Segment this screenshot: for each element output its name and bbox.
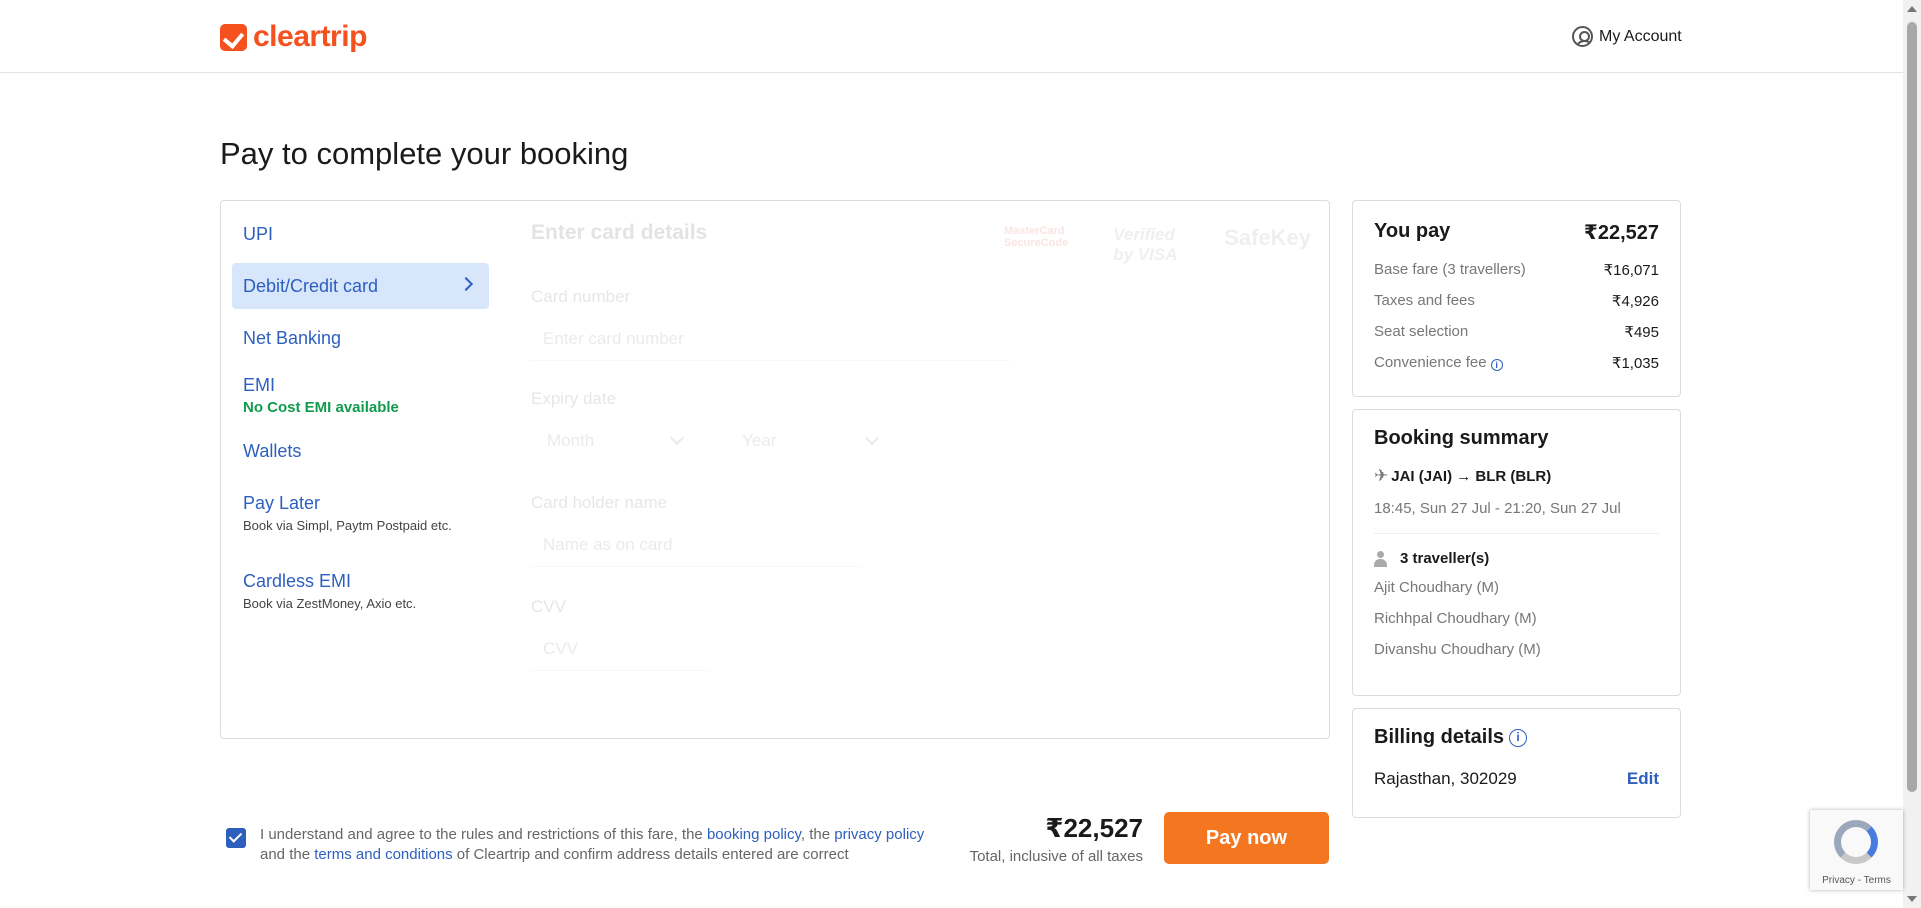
payment-methods-list: UPI Debit/Credit card Net Banking EMI No… <box>232 211 489 625</box>
billing-title-row: Billing details i <box>1374 726 1659 749</box>
agreement-text-part: I understand and agree to the rules and … <box>260 826 707 843</box>
method-label: UPI <box>243 223 274 244</box>
fare-row: Seat selection ₹495 <box>1374 323 1659 341</box>
method-wallets[interactable]: Wallets <box>232 441 489 469</box>
airplane-icon: ✈ <box>1374 466 1389 485</box>
traveller-name: Divanshu Choudhary (M) <box>1374 641 1541 658</box>
fare-amount: ₹4,926 <box>1611 293 1659 310</box>
user-icon <box>1572 26 1593 47</box>
scroll-up-arrow-icon[interactable] <box>1907 6 1917 12</box>
traveller-name: Ajit Choudhary (M) <box>1374 579 1500 596</box>
agreement-text: I understand and agree to the rules and … <box>260 825 926 865</box>
chevron-right-icon <box>458 276 474 292</box>
fare-label: Convenience fee <box>1374 354 1487 371</box>
traveller-name: Richhpal Choudhary (M) <box>1374 610 1537 627</box>
my-account-button[interactable]: My Account <box>1572 26 1682 47</box>
method-label: Debit/Credit card <box>243 275 379 296</box>
total-note: Total, inclusive of all taxes <box>969 848 1143 865</box>
method-label: Pay Later <box>243 493 321 513</box>
booking-policy-link[interactable]: booking policy <box>707 826 801 843</box>
method-cardless-emi[interactable]: Cardless EMI Book via ZestMoney, Axio et… <box>232 571 489 625</box>
fare-amount: ₹495 <box>1624 324 1659 341</box>
agree-checkbox[interactable] <box>226 828 246 848</box>
billing-title: Billing details <box>1374 726 1505 748</box>
fare-row: Taxes and fees ₹4,926 <box>1374 292 1659 310</box>
card-holder-input[interactable]: Name as on card <box>531 523 861 567</box>
pay-later-note: Book via Simpl, Paytm Postpaid etc. <box>243 518 452 533</box>
page-title: Pay to complete your booking <box>220 136 629 171</box>
top-header: cleartrip My Account <box>0 0 1903 73</box>
fare-amount: ₹1,035 <box>1611 355 1659 372</box>
method-label: EMI <box>243 375 276 395</box>
fare-label: Base fare (3 travellers) <box>1374 261 1526 278</box>
method-emi[interactable]: EMI No Cost EMI available <box>232 375 489 423</box>
recaptcha-icon <box>1834 820 1878 864</box>
mastercard-securecode-logo: MasterCard SecureCode <box>1004 225 1069 249</box>
verified-by-visa-logo: Verified by VISA <box>1113 225 1178 264</box>
travellers-header: 3 traveller(s) <box>1374 550 1659 567</box>
flight-timing: 18:45, Sun 27 Jul - 21:20, Sun 27 Jul <box>1374 500 1659 534</box>
booking-summary-card: Booking summary ✈ JAI (JAI) → BLR (BLR) … <box>1352 409 1681 696</box>
you-pay-card: You pay ₹22,527 Base fare (3 travellers)… <box>1352 200 1681 397</box>
card-details-form: Enter card details MasterCard SecureCode… <box>531 221 1311 671</box>
terms-and-conditions-link[interactable]: terms and conditions <box>314 846 452 863</box>
check-logo-icon <box>220 23 247 51</box>
method-debit-credit-card[interactable]: Debit/Credit card <box>232 263 489 309</box>
expiry-month-select[interactable]: Month <box>531 419 696 463</box>
logo-text: cleartrip <box>253 20 367 53</box>
method-upi[interactable]: UPI <box>232 211 489 257</box>
you-pay-title: You pay <box>1374 220 1451 242</box>
cvv-input[interactable]: CVV <box>531 627 711 671</box>
recaptcha-badge[interactable]: Privacy - Terms <box>1810 810 1903 890</box>
flight-route: ✈ JAI (JAI) → BLR (BLR) <box>1374 466 1659 486</box>
expiry-date-label: Expiry date <box>531 389 617 408</box>
agreement-text-part: of Cleartrip and confirm address details… <box>452 846 849 863</box>
you-pay-amount: ₹22,527 <box>1583 222 1659 244</box>
travellers-icon <box>1374 550 1392 567</box>
fare-amount: ₹16,071 <box>1603 262 1659 279</box>
method-label: Wallets <box>243 441 302 461</box>
terms-agreement: I understand and agree to the rules and … <box>226 825 926 865</box>
edit-billing-link[interactable]: Edit <box>1627 769 1659 789</box>
method-label: Cardless EMI <box>243 571 352 591</box>
scroll-thumb[interactable] <box>1907 22 1917 792</box>
expiry-year-select[interactable]: Year <box>726 419 891 463</box>
page-scrollbar[interactable] <box>1903 0 1921 908</box>
payment-panel: UPI Debit/Credit card Net Banking EMI No… <box>220 200 1330 739</box>
route-text: JAI (JAI) → BLR (BLR) <box>1391 467 1552 485</box>
travellers-count: 3 traveller(s) <box>1400 550 1490 567</box>
method-pay-later[interactable]: Pay Later Book via Simpl, Paytm Postpaid… <box>232 493 489 547</box>
card-holder-label: Card holder name <box>531 493 668 512</box>
card-number-label: Card number <box>531 287 631 306</box>
fare-label: Taxes and fees <box>1374 292 1475 309</box>
scroll-down-arrow-icon[interactable] <box>1907 896 1917 902</box>
my-account-label: My Account <box>1599 27 1682 45</box>
agreement-text-part: and the <box>260 846 315 863</box>
recaptcha-links[interactable]: Privacy - Terms <box>1810 875 1903 886</box>
fare-label-with-info: Convenience fee i <box>1374 354 1503 372</box>
no-cost-emi-note: No Cost EMI available <box>243 399 399 416</box>
method-net-banking[interactable]: Net Banking <box>232 315 489 361</box>
total-amount: ₹22,527 <box>1045 813 1143 843</box>
cardless-emi-note: Book via ZestMoney, Axio etc. <box>243 596 417 611</box>
card-security-logos: MasterCard SecureCode Verified by VISA S… <box>1004 225 1311 265</box>
safekey-logo: SafeKey <box>1224 225 1311 250</box>
cleartrip-logo[interactable]: cleartrip <box>220 20 367 54</box>
total-block: ₹22,527 Total, inclusive of all taxes <box>900 813 1143 865</box>
pay-now-button[interactable]: Pay now <box>1164 812 1329 864</box>
fare-row: Convenience fee i ₹1,035 <box>1374 354 1659 372</box>
billing-address: Rajasthan, 302029 <box>1374 769 1517 788</box>
agreement-text-part: , the <box>800 826 835 843</box>
cvv-label: CVV <box>531 597 566 616</box>
booking-summary-title: Booking summary <box>1374 427 1549 449</box>
fare-label: Seat selection <box>1374 323 1469 340</box>
method-label: Net Banking <box>243 327 342 348</box>
fare-row: Base fare (3 travellers) ₹16,071 <box>1374 261 1659 279</box>
info-icon[interactable]: i <box>1490 359 1503 371</box>
card-number-input[interactable]: Enter card number <box>531 317 1011 361</box>
info-icon[interactable]: i <box>1509 728 1528 747</box>
billing-details-card: Billing details i Rajasthan, 302029 Edit <box>1352 708 1681 818</box>
